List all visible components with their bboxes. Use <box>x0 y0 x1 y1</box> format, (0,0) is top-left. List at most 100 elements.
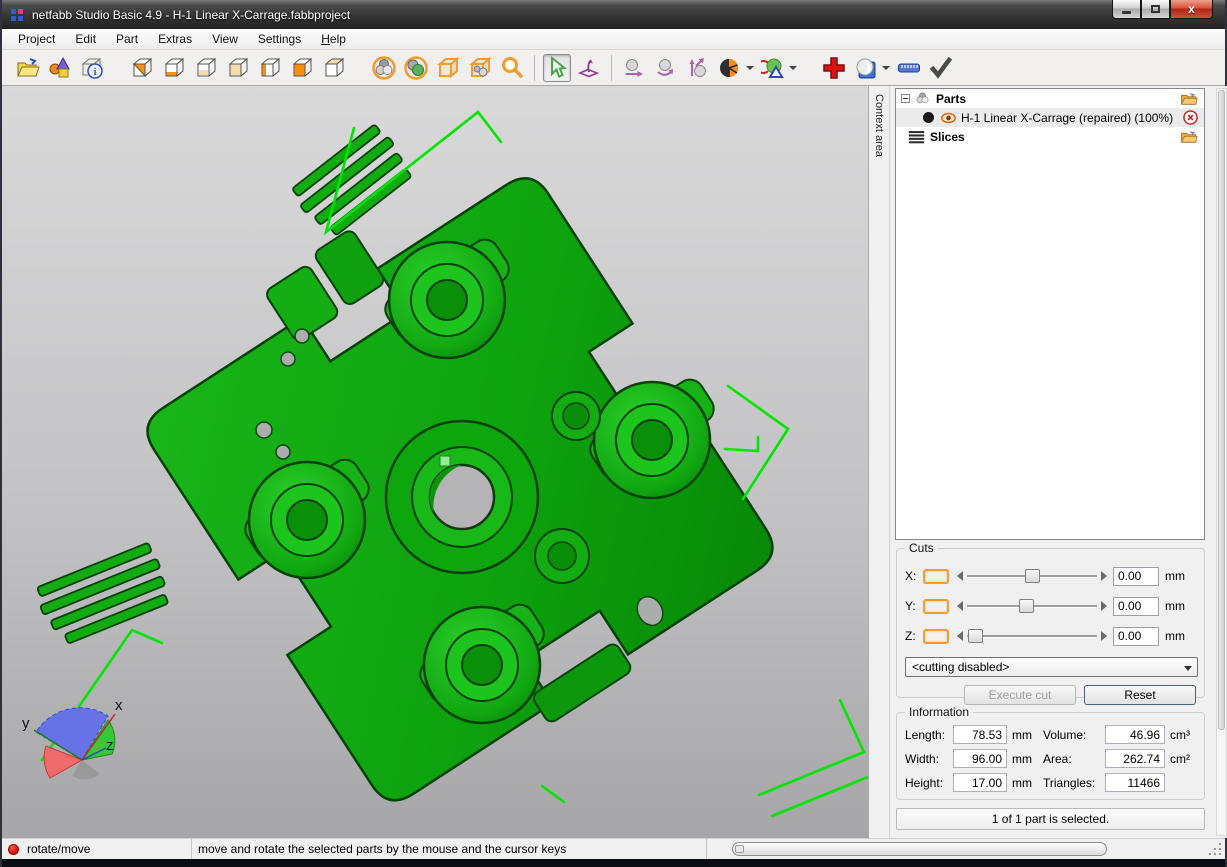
close-button[interactable]: x <box>1170 0 1213 19</box>
resize-grip[interactable] <box>1209 843 1223 857</box>
length-label: Length: <box>905 728 953 742</box>
cuts-group: Cuts X: mm Y: <box>896 548 1205 698</box>
slider-track[interactable] <box>967 635 1097 637</box>
slice-part-dropdown-caret[interactable] <box>882 66 890 70</box>
apply-check-button[interactable] <box>927 54 955 82</box>
tree-row-part-item[interactable]: H-1 Linear X-Carrage (repaired) (100%) <box>896 108 1204 127</box>
width-value-field[interactable] <box>953 749 1007 768</box>
view-isometric-icon <box>130 56 154 80</box>
cut-z-value-field[interactable] <box>1113 627 1159 646</box>
tree-row-slices[interactable]: Slices <box>896 127 1204 146</box>
view-bottom-button[interactable] <box>160 54 188 82</box>
panel-scrollbar-thumb[interactable] <box>1218 90 1225 730</box>
view-isometric-button[interactable] <box>128 54 156 82</box>
tree-row-parts[interactable]: Parts <box>896 89 1204 108</box>
rotate-view-tool-button[interactable] <box>575 54 603 82</box>
add-part-button[interactable] <box>46 54 74 82</box>
cut-z-slider[interactable] <box>957 628 1107 644</box>
menu-part[interactable]: Part <box>106 30 148 48</box>
cutting-mode-dropdown[interactable]: <cutting disabled> <box>905 657 1198 677</box>
status-mode-text: rotate/move <box>27 842 90 856</box>
cut-view-dropdown-caret[interactable] <box>746 66 754 70</box>
cut-x-slider-thumb[interactable] <box>1025 569 1040 583</box>
scale-part-button[interactable] <box>684 54 712 82</box>
open-parts-folder-icon[interactable] <box>1180 92 1198 106</box>
slider-right-arrow-icon[interactable] <box>1101 571 1107 581</box>
length-unit: mm <box>1007 728 1043 742</box>
context-panel: Parts H-1 Linear X-Carrage (repaired) (1… <box>890 86 1227 838</box>
cut-row-z: Z: mm <box>905 623 1198 649</box>
show-bounding-box-button[interactable] <box>434 54 462 82</box>
cut-x-value-field[interactable] <box>1113 567 1159 586</box>
view-top-button[interactable] <box>320 54 348 82</box>
view-top-icon <box>322 56 346 80</box>
cut-y-value-field[interactable] <box>1113 597 1159 616</box>
title-bar[interactable]: netfabb Studio Basic 4.9 - H-1 Linear X-… <box>2 0 1225 29</box>
cut-view-button[interactable] <box>716 54 744 82</box>
cut-z-checkbox[interactable] <box>923 629 949 644</box>
model-center-hub <box>386 421 538 573</box>
context-area-label: Context area <box>873 94 885 157</box>
rotate-part-button[interactable] <box>652 54 680 82</box>
show-platform-icon <box>468 56 492 80</box>
part-info-button[interactable]: i <box>78 54 106 82</box>
select-tool-button[interactable] <box>543 54 571 82</box>
menu-extras[interactable]: Extras <box>148 30 202 48</box>
execute-cut-button[interactable]: Execute cut <box>964 685 1076 705</box>
repair-part-button[interactable] <box>820 54 848 82</box>
height-value-field[interactable] <box>953 773 1007 792</box>
length-value-field[interactable] <box>953 725 1007 744</box>
slider-left-arrow-icon[interactable] <box>957 631 963 641</box>
cut-row-y: Y: mm <box>905 593 1198 619</box>
visibility-eye-icon[interactable] <box>941 112 956 124</box>
collapse-expander-icon[interactable] <box>901 94 910 103</box>
show-selected-part-button[interactable] <box>402 54 430 82</box>
area-value-field[interactable] <box>1105 749 1165 768</box>
remove-part-icon[interactable] <box>1183 110 1198 125</box>
axes-widget: x y z <box>22 697 123 780</box>
slice-part-button[interactable] <box>852 54 880 82</box>
cut-y-slider[interactable] <box>957 598 1107 614</box>
progress-bar-thumb[interactable] <box>735 845 744 853</box>
volume-value-field[interactable] <box>1105 725 1165 744</box>
open-slices-folder-icon[interactable] <box>1180 130 1198 144</box>
repair-view-button[interactable] <box>759 54 787 82</box>
menu-settings[interactable]: Settings <box>248 30 311 48</box>
open-project-button[interactable] <box>14 54 42 82</box>
view-back-button[interactable] <box>224 54 252 82</box>
cut-x-slider[interactable] <box>957 568 1107 584</box>
view-right-button[interactable] <box>288 54 316 82</box>
reset-button[interactable]: Reset <box>1084 685 1196 705</box>
view-front-button[interactable] <box>192 54 220 82</box>
viewport-3d[interactable]: x y z <box>2 86 868 838</box>
measure-button[interactable] <box>895 54 923 82</box>
zoom-button[interactable] <box>498 54 526 82</box>
model-fins-left <box>33 542 174 649</box>
cut-z-slider-thumb[interactable] <box>968 629 983 643</box>
slider-left-arrow-icon[interactable] <box>957 571 963 581</box>
view-left-button[interactable] <box>256 54 284 82</box>
area-label: Area: <box>1043 752 1105 766</box>
slider-left-arrow-icon[interactable] <box>957 601 963 611</box>
slider-right-arrow-icon[interactable] <box>1101 631 1107 641</box>
slider-right-arrow-icon[interactable] <box>1101 601 1107 611</box>
repair-view-dropdown-caret[interactable] <box>789 66 797 70</box>
cut-y-slider-thumb[interactable] <box>1019 599 1034 613</box>
window-bottom-edge <box>2 859 1225 867</box>
model-fins-top <box>289 122 417 241</box>
maximize-button[interactable] <box>1141 0 1170 19</box>
progress-bar[interactable] <box>732 842 1107 856</box>
slice-part-icon <box>854 56 878 80</box>
menu-edit[interactable]: Edit <box>65 30 106 48</box>
cut-x-checkbox[interactable] <box>923 569 949 584</box>
menu-help[interactable]: Help <box>311 30 356 48</box>
show-parts-button[interactable] <box>370 54 398 82</box>
cut-y-checkbox[interactable] <box>923 599 949 614</box>
move-part-button[interactable] <box>620 54 648 82</box>
menu-view[interactable]: View <box>202 30 248 48</box>
minimize-button[interactable] <box>1112 0 1141 19</box>
panel-scrollbar[interactable] <box>1216 88 1227 836</box>
menu-project[interactable]: Project <box>8 30 65 48</box>
show-platform-button[interactable] <box>466 54 494 82</box>
triangles-value-field[interactable] <box>1105 773 1165 792</box>
